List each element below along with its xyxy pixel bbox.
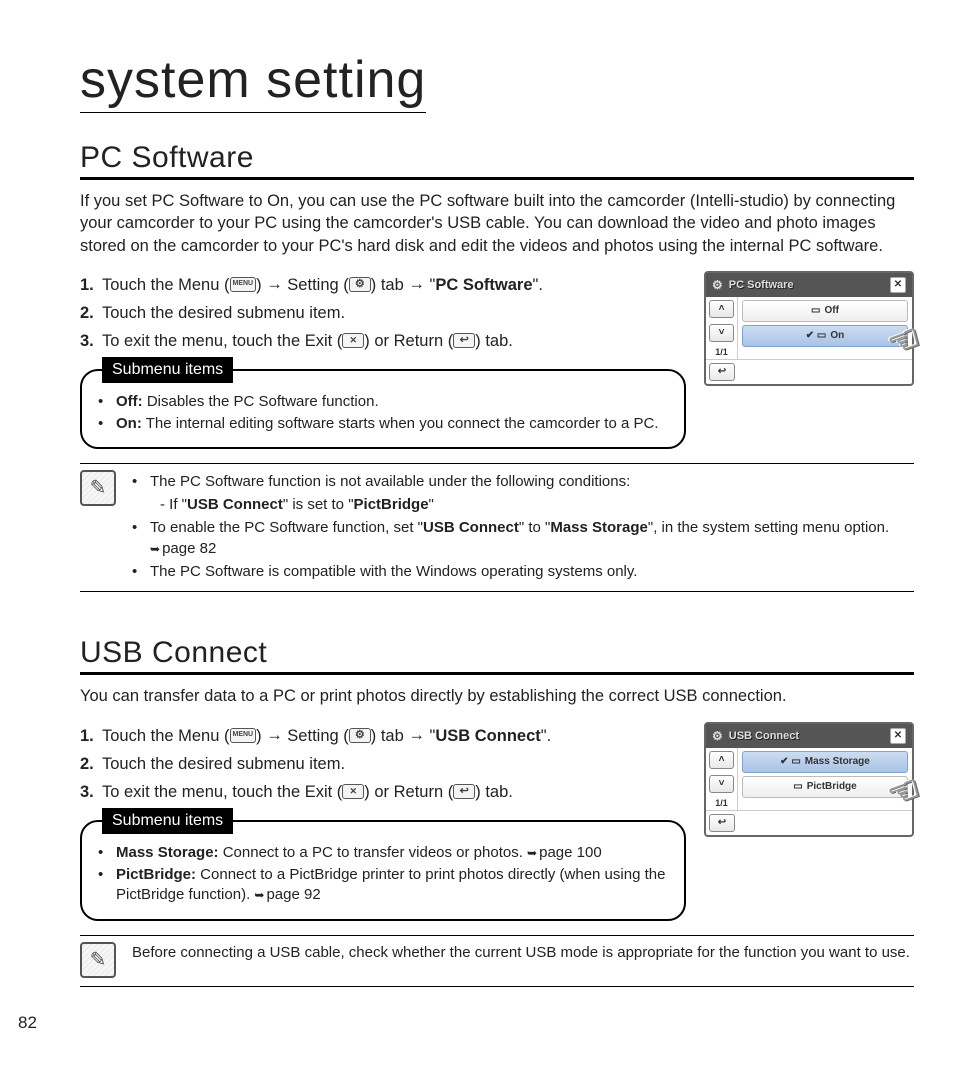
submenu-term: PictBridge: xyxy=(116,866,196,883)
return-button[interactable]: ↩ xyxy=(709,814,735,832)
submenu-item: •Off: Disables the PC Software function. xyxy=(98,391,668,413)
step2-text: Touch the desired submenu item. xyxy=(102,299,345,327)
note-icon: ✎ xyxy=(80,942,116,978)
intro-usb-connect: You can transfer data to a PC or print p… xyxy=(80,685,914,707)
screen-item-pictbridge[interactable]: ▭PictBridge xyxy=(742,776,908,798)
step-3: 3. To exit the menu, touch the Exit () o… xyxy=(80,778,686,806)
menu-icon: MENU xyxy=(230,728,257,743)
submenu-term: On: xyxy=(116,415,142,432)
step-2: 2.Touch the desired submenu item. xyxy=(80,750,686,778)
submenu-item: •Mass Storage: Connect to a PC to transf… xyxy=(98,842,668,864)
submenu-label: Submenu items xyxy=(102,357,233,383)
intro-pc-software: If you set PC Software to On, you can us… xyxy=(80,190,914,257)
note-item: •The PC Software function is not availab… xyxy=(132,470,914,493)
return-button[interactable]: ↩ xyxy=(709,363,735,381)
step3-text-c: ) tab. xyxy=(475,332,513,350)
step1-text-d: ) tab xyxy=(371,276,409,294)
submenu-item: •PictBridge: Connect to a PictBridge pri… xyxy=(98,864,668,907)
return-icon xyxy=(453,333,475,348)
note-block-pc-software: ✎ •The PC Software function is not avail… xyxy=(80,463,914,592)
step1-text-c: Setting ( xyxy=(283,276,349,294)
ref-arrow-icon xyxy=(150,540,162,557)
steps-usb-connect: 1. Touch the Menu (MENU) → Setting () ta… xyxy=(80,722,686,806)
step-1: 1. Touch the Menu (MENU) → Setting () ta… xyxy=(80,722,686,750)
screen-page: 1/1 xyxy=(706,345,737,359)
submenu-desc: Disables the PC Software function. xyxy=(143,393,379,410)
arrow-icon: → xyxy=(408,270,425,298)
screen-item-on[interactable]: ✔ ▭On xyxy=(742,325,908,347)
return-icon xyxy=(453,784,475,799)
note-subitem: - If "USB Connect" is set to "PictBridge… xyxy=(132,493,914,516)
arrow-icon: → xyxy=(408,721,425,749)
step1-text-a: Touch the Menu ( xyxy=(102,727,230,745)
note-item: •To enable the PC Software function, set… xyxy=(132,516,914,560)
ref-arrow-icon xyxy=(527,844,539,861)
step-2: 2.Touch the desired submenu item. xyxy=(80,299,686,327)
close-icon xyxy=(342,784,364,799)
screen-item-off[interactable]: ▭Off xyxy=(742,300,908,322)
screen-title: PC Software xyxy=(729,279,884,291)
step1-text-b: ) xyxy=(256,727,266,745)
close-icon[interactable]: ✕ xyxy=(890,277,906,293)
submenu-term: Mass Storage: xyxy=(116,844,219,861)
submenu-label: Submenu items xyxy=(102,808,233,834)
page-title: system setting xyxy=(80,50,426,113)
step1-target: PC Software xyxy=(435,276,532,294)
arrow-icon: → xyxy=(266,721,283,749)
scroll-down-button[interactable]: ˅ xyxy=(709,324,734,342)
heading-usb-connect: USB Connect xyxy=(80,636,914,675)
note-icon: ✎ xyxy=(80,470,116,506)
page-number: 82 xyxy=(18,1013,37,1033)
step2-text: Touch the desired submenu item. xyxy=(102,750,345,778)
gear-icon xyxy=(349,277,371,292)
note-block-usb-connect: ✎ Before connecting a USB cable, check w… xyxy=(80,935,914,987)
screen-page: 1/1 xyxy=(706,796,737,810)
menu-icon: MENU xyxy=(230,277,257,292)
ref-arrow-icon xyxy=(254,886,266,903)
step1-target: USB Connect xyxy=(435,727,540,745)
submenu-term: Off: xyxy=(116,393,143,410)
gear-icon: ⚙ xyxy=(712,729,723,743)
step1-text-a: Touch the Menu ( xyxy=(102,276,230,294)
step-1: 1. Touch the Menu (MENU) → Setting () ta… xyxy=(80,271,686,299)
section-usb-connect: USB Connect You can transfer data to a P… xyxy=(80,636,914,986)
steps-pc-software: 1. Touch the Menu (MENU) → Setting () ta… xyxy=(80,271,686,355)
step3-text-b: ) or Return ( xyxy=(364,783,453,801)
gear-icon: ⚙ xyxy=(712,278,723,292)
device-screen-pc-software: ⚙ PC Software ✕ ˄ ˅ 1/1 ▭Off ✔ ▭On ↩ ☜ xyxy=(704,271,914,386)
scroll-up-button[interactable]: ˄ xyxy=(709,751,734,769)
submenu-desc: Connect to a PictBridge printer to print… xyxy=(116,866,665,903)
note-item: •The PC Software is compatible with the … xyxy=(132,560,914,583)
submenu-desc: The internal editing software starts whe… xyxy=(142,415,659,432)
step1-text-d: ) tab xyxy=(371,727,409,745)
close-icon[interactable]: ✕ xyxy=(890,728,906,744)
close-icon xyxy=(342,333,364,348)
submenu-ref: page 100 xyxy=(539,844,602,861)
arrow-icon: → xyxy=(266,270,283,298)
screen-item-mass-storage[interactable]: ✔ ▭Mass Storage xyxy=(742,751,908,773)
gear-icon xyxy=(349,728,371,743)
submenu-ref: page 92 xyxy=(266,886,320,903)
step1-text-c: Setting ( xyxy=(283,727,349,745)
step3-text-b: ) or Return ( xyxy=(364,332,453,350)
device-screen-usb-connect: ⚙ USB Connect ✕ ˄ ˅ 1/1 ✔ ▭Mass Storage … xyxy=(704,722,914,837)
step-3: 3. To exit the menu, touch the Exit () o… xyxy=(80,327,686,355)
step3-text-a: To exit the menu, touch the Exit ( xyxy=(102,332,342,350)
submenu-box-pc-software: Submenu items •Off: Disables the PC Soft… xyxy=(80,369,686,450)
step3-text-c: ) tab. xyxy=(475,783,513,801)
screen-title: USB Connect xyxy=(729,730,884,742)
submenu-item: •On: The internal editing software start… xyxy=(98,413,668,435)
submenu-box-usb-connect: Submenu items •Mass Storage: Connect to … xyxy=(80,820,686,921)
step1-text-b: ) xyxy=(256,276,266,294)
submenu-desc: Connect to a PC to transfer videos or ph… xyxy=(219,844,528,861)
heading-pc-software: PC Software xyxy=(80,141,914,180)
section-pc-software: PC Software If you set PC Software to On… xyxy=(80,141,914,592)
scroll-up-button[interactable]: ˄ xyxy=(709,300,734,318)
note-text: Before connecting a USB cable, check whe… xyxy=(132,944,910,961)
scroll-down-button[interactable]: ˅ xyxy=(709,775,734,793)
step3-text-a: To exit the menu, touch the Exit ( xyxy=(102,783,342,801)
